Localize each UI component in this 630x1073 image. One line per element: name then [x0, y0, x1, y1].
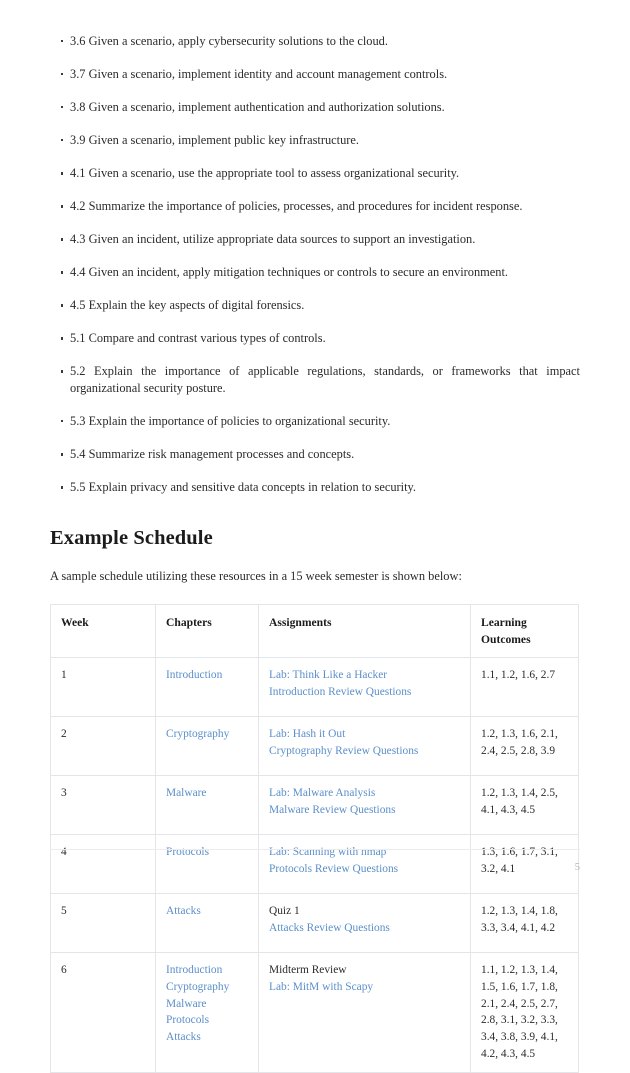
- chapter-link[interactable]: Introduction: [166, 962, 249, 979]
- assignment-link[interactable]: Attacks Review Questions: [269, 920, 461, 937]
- chapter-link[interactable]: Introduction: [166, 667, 249, 684]
- assignment-link[interactable]: Lab: MitM with Scapy: [269, 979, 461, 996]
- list-item: 4.3 Given an incident, utilize appropria…: [50, 231, 580, 248]
- table-row: 1 Introduction Lab: Think Like a Hacker Int…: [50, 656, 579, 717]
- assignment-link[interactable]: Lab: Think Like a Hacker: [269, 667, 461, 684]
- list-item: 5.2 Explain the importance of applicable…: [50, 363, 580, 396]
- chapter-link[interactable]: Attacks: [166, 1029, 249, 1046]
- cell-chapters: Cryptography: [155, 715, 259, 776]
- table-header-row: Week Chapters Assignments Learning Outco…: [50, 603, 579, 658]
- list-item: 3.8 Given a scenario, implement authenti…: [50, 99, 580, 116]
- list-item: 4.5 Explain the key aspects of digital f…: [50, 297, 580, 314]
- table-row: 6 Introduction Cryptography Malware Protocol…: [50, 951, 579, 1073]
- cell-learning-outcomes: 1.2, 1.3, 1.4, 2.5, 4.1, 4.3, 4.5: [470, 774, 579, 835]
- table-row: 3 Malware Lab: Malware Analysis Malware Rev…: [50, 774, 579, 835]
- page-number: 5: [574, 862, 580, 873]
- chapter-link[interactable]: Malware: [166, 785, 249, 802]
- cell-assignments: Lab: Hash it Out Cryptography Review Ques…: [258, 715, 471, 776]
- cell-assignments: Quiz 1 Attacks Review Questions: [258, 892, 471, 953]
- cell-chapters: Introduction: [155, 656, 259, 717]
- column-header-week: Week: [50, 603, 156, 658]
- table-row: 2 Cryptography Lab: Hash it Out Cryptograph…: [50, 715, 579, 776]
- cell-learning-outcomes: 1.1, 1.2, 1.3, 1.4, 1.5, 1.6, 1.7, 1.8, …: [470, 951, 579, 1073]
- list-item: 3.9 Given a scenario, implement public k…: [50, 132, 580, 149]
- list-item: 4.4 Given an incident, apply mitigation …: [50, 264, 580, 281]
- list-item: 4.1 Given a scenario, use the appropriat…: [50, 165, 580, 182]
- chapter-link[interactable]: Malware: [166, 996, 249, 1013]
- example-schedule-table: Week Chapters Assignments Learning Outco…: [50, 603, 579, 1073]
- list-item: 5.3 Explain the importance of policies t…: [50, 413, 580, 430]
- cell-chapters: Introduction Cryptography Malware Protocols…: [155, 951, 259, 1073]
- column-header-learning-outcomes: Learning Outcomes: [470, 603, 579, 658]
- document-page: 3.6 Given a scenario, apply cybersecurit…: [0, 0, 630, 1073]
- cell-week: 5: [50, 892, 156, 953]
- page-title: Example Schedule: [50, 527, 213, 550]
- cell-learning-outcomes: 1.2, 1.3, 1.4, 1.8, 3.3, 3.4, 4.1, 4.2: [470, 892, 579, 953]
- table-row: 5 Attacks Quiz 1 Attacks Review Questions 1.…: [50, 892, 579, 953]
- list-item: 5.4 Summarize risk management processes …: [50, 446, 580, 463]
- cell-week: 6: [50, 951, 156, 1073]
- assignment-link[interactable]: Malware Review Questions: [269, 802, 461, 819]
- cell-learning-outcomes: 1.2, 1.3, 1.6, 2.1, 2.4, 2.5, 2.8, 3.9: [470, 715, 579, 776]
- assignment-link[interactable]: Lab: Hash it Out: [269, 726, 461, 743]
- chapter-link[interactable]: Attacks: [166, 903, 249, 920]
- intro-paragraph: A sample schedule utilizing these resour…: [50, 569, 462, 584]
- cell-assignments: Midterm Review Lab: MitM with Scapy: [258, 951, 471, 1073]
- assignment-link[interactable]: Introduction Review Questions: [269, 684, 461, 701]
- chapter-link[interactable]: Cryptography: [166, 979, 249, 996]
- chapter-link[interactable]: Protocols: [166, 1012, 249, 1029]
- cell-assignments: Lab: Malware Analysis Malware Review Ques…: [258, 774, 471, 835]
- assignment-link[interactable]: Cryptography Review Questions: [269, 743, 461, 760]
- cell-week: 2: [50, 715, 156, 776]
- assignment-text: Quiz 1: [269, 904, 300, 917]
- list-item: 4.2 Summarize the importance of policies…: [50, 198, 580, 215]
- assignment-text: Midterm Review: [269, 963, 347, 976]
- column-header-learning-outcomes-line1: Learning: [481, 615, 527, 629]
- list-item: 5.1 Compare and contrast various types o…: [50, 330, 580, 347]
- assignment-link[interactable]: Lab: Malware Analysis: [269, 785, 461, 802]
- cell-chapters: Malware: [155, 774, 259, 835]
- page-footer: 5: [50, 849, 580, 873]
- chapter-link[interactable]: Cryptography: [166, 726, 249, 743]
- list-item: 3.7 Given a scenario, implement identity…: [50, 66, 580, 83]
- schedule-table-container: Week Chapters Assignments Learning Outco…: [50, 586, 580, 1073]
- list-item: 3.6 Given a scenario, apply cybersecurit…: [50, 33, 580, 50]
- column-header-chapters: Chapters: [155, 603, 259, 658]
- column-header-learning-outcomes-line2: Outcomes: [481, 632, 531, 646]
- cell-chapters: Attacks: [155, 892, 259, 953]
- cell-week: 3: [50, 774, 156, 835]
- list-item: 5.5 Explain privacy and sensitive data c…: [50, 479, 580, 496]
- cell-week: 1: [50, 656, 156, 717]
- cell-assignments: Lab: Think Like a Hacker Introduction Rev…: [258, 656, 471, 717]
- column-header-assignments: Assignments: [258, 603, 471, 658]
- cell-learning-outcomes: 1.1, 1.2, 1.6, 2.7: [470, 656, 579, 717]
- exam-objectives-list: 3.6 Given a scenario, apply cybersecurit…: [50, 0, 580, 496]
